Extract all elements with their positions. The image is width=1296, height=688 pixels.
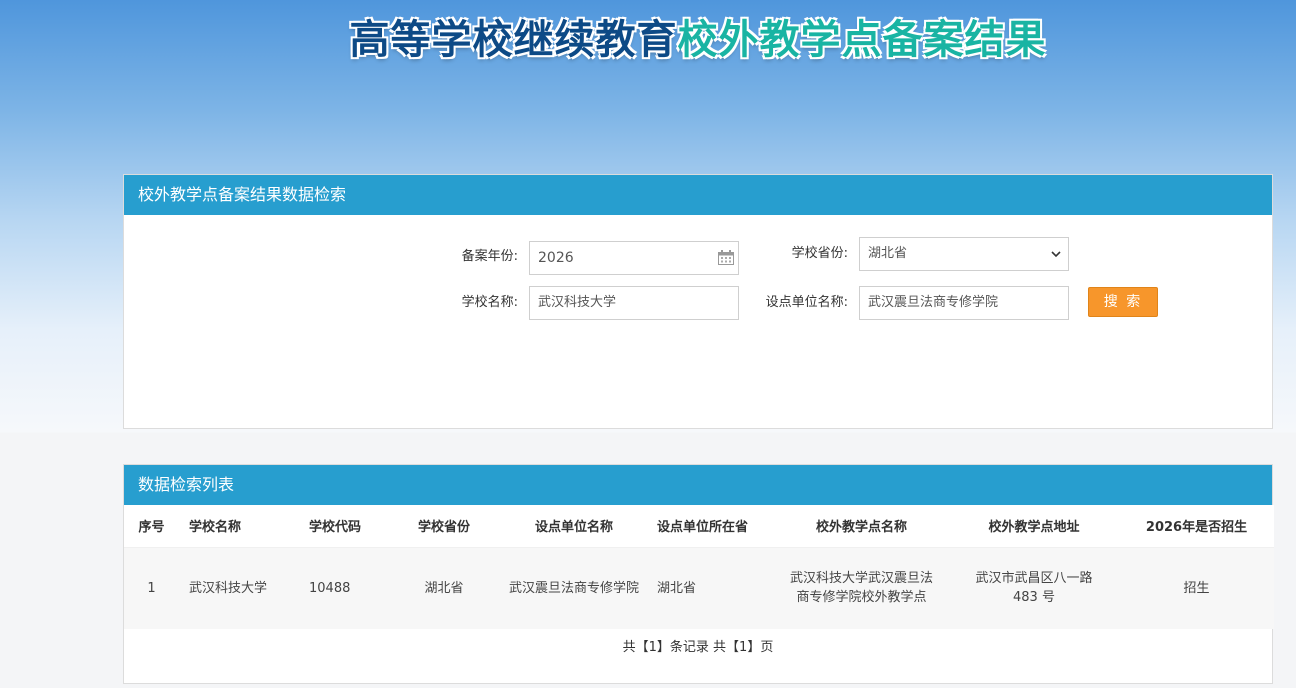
results-panel-heading: 数据检索列表 <box>124 465 1272 505</box>
cell-unit-province: 湖北省 <box>649 547 774 629</box>
col-header-enrollment: 2026年是否招生 <box>1119 505 1274 548</box>
province-label: 学校省份: <box>791 246 848 261</box>
cell-enrollment: 招生 <box>1119 547 1274 629</box>
cell-site-name: 武汉科技大学武汉震旦法商专修学院校外教学点 <box>774 547 949 629</box>
unit-label: 设点单位名称: <box>765 295 848 310</box>
table-header-row: 序号 学校名称 学校代码 学校省份 设点单位名称 设点单位所在省 校外教学点名称… <box>124 505 1274 548</box>
unit-name-input[interactable]: 武汉震旦法商专修学院 <box>859 286 1069 320</box>
banner-title-part2: 校外教学点备案结果 <box>677 17 1047 63</box>
col-header-school-province: 学校省份 <box>389 505 499 548</box>
search-panel: 校外教学点备案结果数据检索 备案年份: 2026 学校省份: 湖北省 学校名称:… <box>123 174 1273 429</box>
chevron-down-icon <box>1051 251 1061 258</box>
cell-school-code: 10488 <box>299 547 389 629</box>
search-button[interactable]: 搜 索 <box>1088 287 1158 317</box>
year-value: 2026 <box>538 250 574 266</box>
banner-title-part1: 高等学校继续教育 <box>349 17 678 63</box>
cell-school-province: 湖北省 <box>389 547 499 629</box>
table-row: 1 武汉科技大学 10488 湖北省 武汉震旦法商专修学院 湖北省 武汉科技大学… <box>124 547 1274 629</box>
results-table: 序号 学校名称 学校代码 学校省份 设点单位名称 设点单位所在省 校外教学点名称… <box>124 505 1274 629</box>
year-label: 备案年份: <box>461 249 518 264</box>
col-header-index: 序号 <box>124 505 179 548</box>
col-header-unit-province: 设点单位所在省 <box>649 505 774 548</box>
province-select[interactable]: 湖北省 <box>859 237 1069 271</box>
cell-unit-name: 武汉震旦法商专修学院 <box>499 547 649 629</box>
cell-index: 1 <box>124 547 179 629</box>
school-name-input[interactable]: 武汉科技大学 <box>529 286 739 320</box>
unit-name-value: 武汉震旦法商专修学院 <box>868 295 999 310</box>
cell-school-name: 武汉科技大学 <box>179 547 299 629</box>
col-header-site-address: 校外教学点地址 <box>949 505 1119 548</box>
banner-title: 高等学校继续教育校外教学点备案结果 <box>0 12 1296 68</box>
year-field[interactable]: 2026 <box>529 241 739 275</box>
cell-site-address: 武汉市武昌区八一路 483 号 <box>949 547 1119 629</box>
col-header-site-name: 校外教学点名称 <box>774 505 949 548</box>
search-panel-heading: 校外教学点备案结果数据检索 <box>124 175 1272 215</box>
results-panel: 数据检索列表 序号 学校名称 学校代码 学校省份 设点单位名称 设点单位所在省 … <box>123 464 1274 684</box>
school-label: 学校名称: <box>461 295 518 310</box>
school-name-value: 武汉科技大学 <box>538 295 617 310</box>
province-value: 湖北省 <box>868 246 908 261</box>
col-header-school-code: 学校代码 <box>299 505 389 548</box>
col-header-school-name: 学校名称 <box>179 505 299 548</box>
pagination-info: 共【1】条记录 共【1】页 <box>622 640 774 655</box>
col-header-unit-name: 设点单位名称 <box>499 505 649 548</box>
